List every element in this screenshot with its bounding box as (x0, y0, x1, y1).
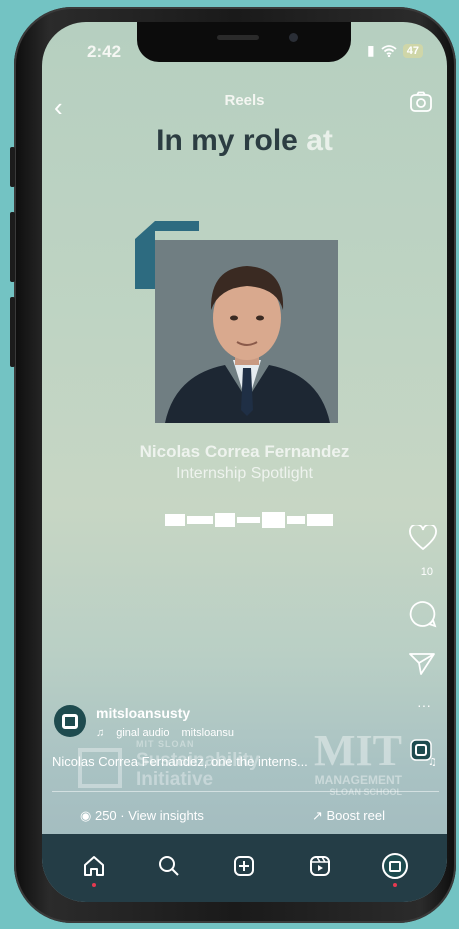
signature-scribble (165, 512, 333, 528)
nav-profile[interactable] (375, 846, 415, 887)
person-subtitle: Internship Spotlight (176, 465, 313, 482)
like-heart-icon[interactable] (409, 525, 437, 551)
volume-down-button (10, 297, 15, 367)
comment-icon[interactable] (409, 600, 437, 628)
home-icon (83, 856, 104, 876)
battery-indicator: 47 (402, 43, 423, 58)
management-label: MANAGEMENT (314, 773, 402, 787)
audio-label: ginal audio (116, 727, 170, 739)
divider (52, 791, 439, 792)
camera-icon[interactable] (409, 90, 433, 114)
reels-icon (309, 856, 330, 876)
boost-reel-button[interactable]: ↗ Boost reel (312, 808, 385, 824)
mit-wordmark: MIT (314, 726, 402, 775)
more-options-button[interactable]: ··· (417, 697, 431, 713)
signal-icon: ▮ (367, 42, 375, 58)
sloan-school-label: SLOAN SCHOOL (329, 787, 402, 797)
mute-switch (10, 147, 15, 187)
share-send-icon[interactable] (409, 652, 435, 676)
audio-info[interactable]: ♫ ginal audio mitsloansu (96, 727, 234, 739)
nav-home[interactable] (74, 846, 114, 887)
volume-up-button (10, 212, 15, 282)
wifi-icon (381, 44, 397, 57)
add-post-icon (234, 856, 255, 876)
notification-dot (393, 883, 398, 887)
views-label: 250 · View insights (94, 808, 204, 823)
reel-screen: 2:42 ▮ 47 ‹ Reels In my role at Nicolas (42, 22, 447, 902)
audio-thumbnail-icon[interactable]: ♫ (409, 738, 437, 766)
avatar-logo-icon (62, 713, 78, 729)
svg-text:♫: ♫ (428, 757, 437, 766)
trend-arrow-icon: ↗ (311, 808, 327, 823)
username[interactable]: mitsloansusty (96, 705, 190, 721)
boost-label: Boost reel (326, 808, 385, 823)
bottom-nav (42, 834, 447, 902)
video-headline: In my role at (42, 124, 447, 158)
avatar[interactable] (54, 705, 86, 737)
nav-reels[interactable] (300, 846, 340, 886)
search-icon (159, 856, 179, 876)
headline-faded: at (306, 124, 333, 157)
music-note-icon: ♫ (96, 727, 105, 739)
audio-owner: mitsloansu (181, 727, 235, 739)
mit-sloan-logo: MIT MANAGEMENT SLOAN SCHOOL (314, 726, 402, 798)
status-icons: ▮ 47 (367, 42, 423, 59)
notch (137, 22, 351, 62)
status-time: 2:42 (87, 42, 122, 61)
like-count: 10 (420, 566, 433, 578)
speaker (217, 35, 259, 40)
nav-search[interactable] (149, 846, 189, 886)
eye-icon: ◉ (80, 808, 95, 823)
watermark-small-label: MIT SLOAN (136, 739, 195, 749)
headline-main: In my role (156, 124, 298, 157)
profile-avatar-icon (382, 853, 409, 879)
front-camera (289, 33, 298, 42)
person-name: Nicolas Correa Fernandez (139, 442, 350, 461)
profile-photo (155, 240, 338, 423)
nav-create[interactable] (224, 846, 264, 886)
page-title: Reels (224, 92, 265, 109)
post-caption[interactable]: Nicolas Correa Fernandez, one the intern… (52, 754, 308, 769)
view-insights-link[interactable]: ◉ 250 · View insights (80, 808, 204, 824)
notification-dot (91, 883, 96, 887)
watermark-line2: Initiative (136, 769, 214, 790)
